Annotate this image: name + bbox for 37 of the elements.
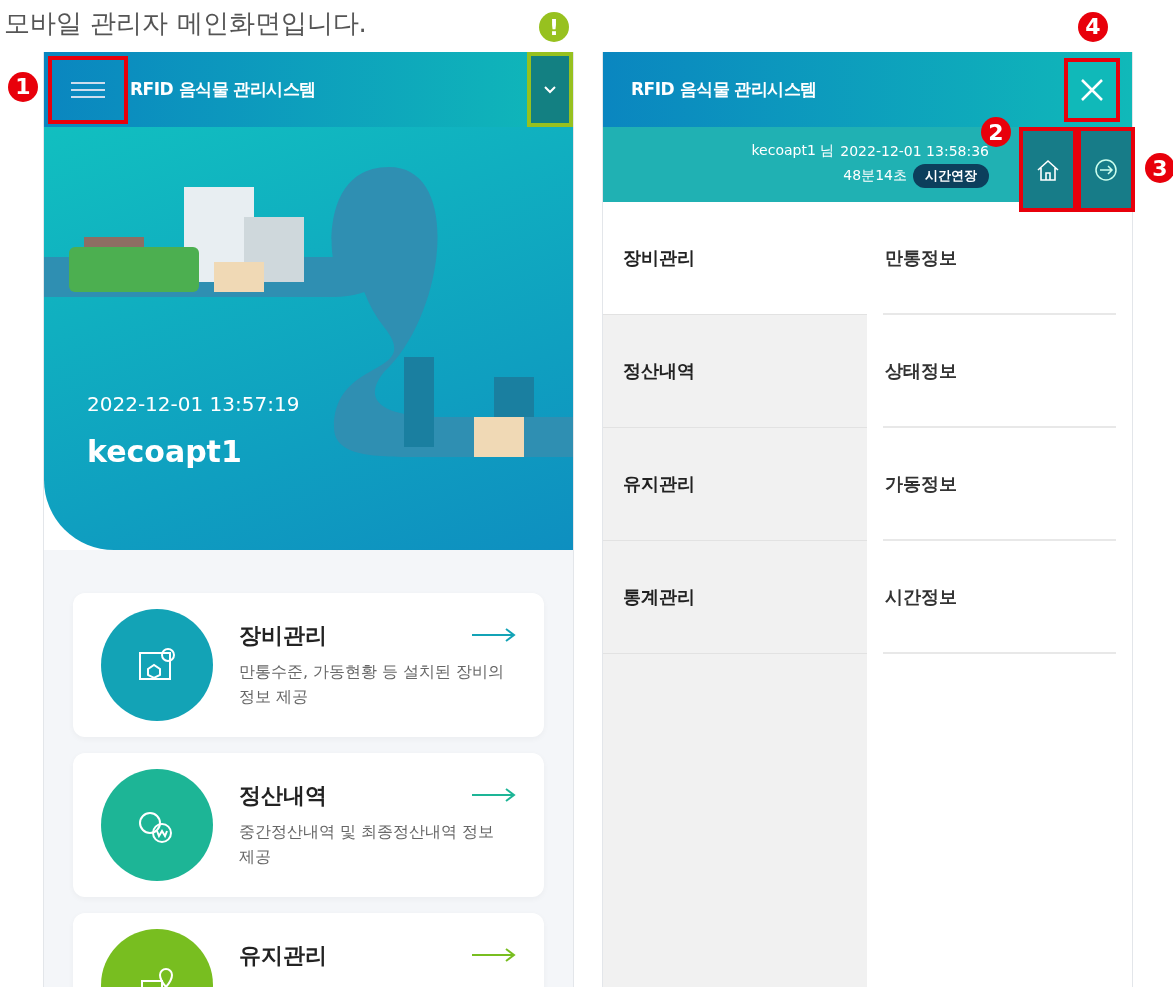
category-item[interactable]: 통계관리: [603, 541, 867, 654]
callout-badge: 4: [1078, 11, 1108, 42]
callout-badge: 2: [981, 117, 1011, 147]
user-greeting-text: kecoapt1 님: [751, 141, 835, 160]
callout-badge: 3: [1145, 153, 1173, 183]
callout-badge: 1: [8, 71, 38, 102]
arrow-right-icon: [472, 627, 516, 643]
submenu-item[interactable]: 가동정보: [883, 428, 1116, 541]
card-title: 정산내역: [239, 782, 327, 810]
username-text: kecoapt1: [87, 434, 243, 469]
menu-card[interactable]: 유지관리: [73, 913, 544, 987]
extend-time-button[interactable]: 시간연장: [913, 163, 989, 188]
card-title: 장비관리: [239, 622, 327, 650]
datetime-text: 2022-12-01 13:57:19: [87, 392, 300, 416]
card-title: 유지관리: [239, 942, 327, 970]
menu-icon: [69, 79, 107, 100]
submenu-item[interactable]: 만통정보: [883, 202, 1116, 315]
remaining-time-text: 48분14초: [843, 166, 907, 185]
card-description: 중간정산내역 및 최종정산내역 정보제공: [239, 821, 496, 868]
arrow-right-icon: [472, 787, 516, 803]
home-icon: [1036, 157, 1060, 182]
category-item[interactable]: 유지관리: [603, 428, 867, 541]
submenu-item[interactable]: 상태정보: [883, 315, 1116, 428]
chevron-down-icon: [544, 85, 556, 94]
card-description: 만통수준, 가동현황 등 설치된 장비의 정보 제공: [239, 661, 506, 708]
category-item[interactable]: 장비관리: [603, 202, 867, 315]
caption-text: 모바일 관리자 메인화면입니다.: [4, 7, 367, 40]
close-icon: [1081, 78, 1103, 101]
callout-badge: !: [539, 12, 569, 42]
arrow-right-icon: [472, 947, 516, 963]
menu-card[interactable]: 정산내역 중간정산내역 및 최종정산내역 정보제공: [73, 753, 544, 897]
submenu-item[interactable]: 시간정보: [883, 541, 1116, 654]
app-title: RFID 음식물 관리시스템: [631, 78, 817, 101]
category-item[interactable]: 정산내역: [603, 315, 867, 428]
logout-icon: [1094, 157, 1118, 182]
app-title: RFID 음식물 관리시스템: [130, 78, 316, 101]
menu-card[interactable]: 장비관리 만통수준, 가동현황 등 설치된 장비의 정보 제공: [73, 593, 544, 737]
